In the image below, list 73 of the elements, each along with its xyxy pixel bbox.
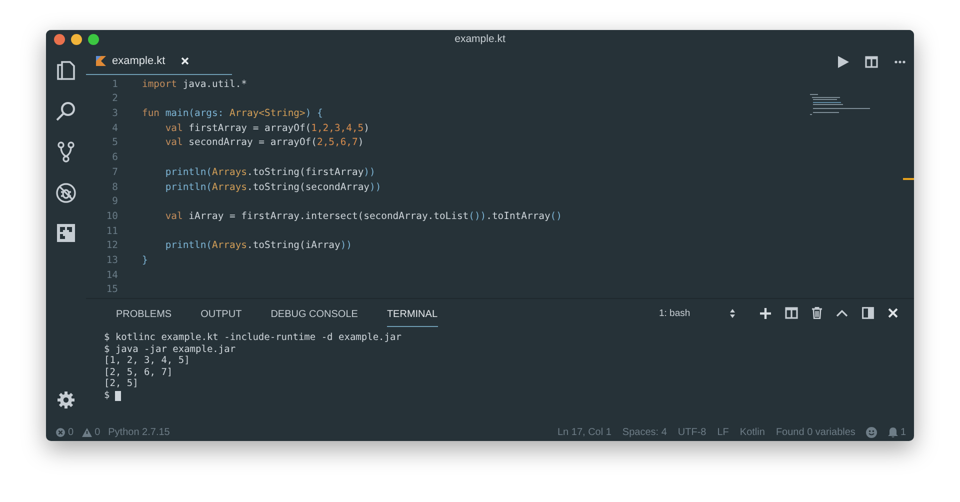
line-number: 9 xyxy=(111,195,118,210)
updown-caret-icon xyxy=(730,308,735,318)
branch-icon[interactable] xyxy=(57,141,75,163)
line-number: 5 xyxy=(111,136,118,150)
minimap-drawing[interactable] xyxy=(810,94,870,116)
status-item[interactable]: Found 0 variables xyxy=(776,426,856,438)
notification-count[interactable]: 1 xyxy=(900,426,906,438)
code-line: val firstArray = arrayOf(1,2,3,4,5) xyxy=(164,122,370,136)
close-light[interactable] xyxy=(54,34,65,44)
terminal-line: [2, 5, 6, 7] xyxy=(104,366,173,378)
line-number: 13 xyxy=(105,254,118,268)
code-line: println(Arrays.toString(iArray)) xyxy=(164,239,352,254)
terminal-line: [1, 2, 3, 4, 5] xyxy=(104,355,190,367)
line-number: 4 xyxy=(111,122,118,136)
overview-ruler-mark xyxy=(903,178,914,180)
minimize-light[interactable] xyxy=(71,34,82,44)
code-line: fun main(args: Array<String>) { xyxy=(142,107,323,122)
smiley-icon[interactable] xyxy=(866,426,878,438)
panel-tab[interactable]: TERMINAL xyxy=(386,299,438,327)
extensions-icon[interactable] xyxy=(56,223,76,243)
line-number: 6 xyxy=(111,151,118,166)
line-number: 8 xyxy=(111,180,118,194)
trash-icon[interactable] xyxy=(812,307,822,319)
terminal-line: $ kotlinc example.kt -include-runtime -d example.jar xyxy=(104,332,402,344)
line-number: 7 xyxy=(111,166,118,180)
status-item[interactable]: Spaces: 4 xyxy=(622,426,667,438)
panel-tab[interactable]: OUTPUT xyxy=(200,299,242,327)
line-number: 11 xyxy=(105,224,118,239)
more-icon[interactable] xyxy=(894,60,906,64)
chevron-up-icon[interactable] xyxy=(836,310,848,316)
files-icon[interactable] xyxy=(56,59,76,81)
bug-icon[interactable] xyxy=(55,182,77,204)
line-number: 3 xyxy=(111,107,118,122)
status-item[interactable]: LF xyxy=(717,426,729,438)
file-type-icon xyxy=(96,56,106,66)
play-icon[interactable] xyxy=(838,56,849,68)
warning-icon[interactable] xyxy=(82,428,92,436)
line-number: 1 xyxy=(111,78,118,92)
terminal-line: $ java -jar example.jar xyxy=(104,344,236,356)
panel-tab[interactable]: DEBUG CONSOLE xyxy=(270,299,358,327)
code-line: import java.util.* xyxy=(142,78,247,92)
split-icon[interactable] xyxy=(865,56,878,68)
panel-tab[interactable]: PROBLEMS xyxy=(116,299,172,327)
split-icon[interactable] xyxy=(785,307,798,319)
terminal-cursor xyxy=(114,390,121,401)
close-icon[interactable] xyxy=(181,57,190,66)
line-number: 12 xyxy=(105,239,118,254)
terminal-line: [2, 5] xyxy=(104,378,138,390)
code-line: } xyxy=(142,254,148,268)
settings-icon[interactable] xyxy=(57,391,75,409)
window-title: example.kt xyxy=(454,33,506,45)
plus-icon[interactable] xyxy=(760,308,771,318)
code-line: val secondArray = arrayOf(2,5,6,7) xyxy=(164,136,364,150)
search-icon[interactable] xyxy=(55,100,77,122)
warning-count[interactable]: 0 xyxy=(94,426,100,438)
terminal-prompt: $ xyxy=(104,390,110,402)
line-number: 14 xyxy=(105,268,118,283)
code-line: val iArray = firstArray.intersect(secondArray.toList()).toIntArray() xyxy=(164,210,562,224)
error-icon[interactable] xyxy=(56,428,65,436)
zoom-light[interactable] xyxy=(88,34,99,44)
status-item[interactable]: Ln 17, Col 1 xyxy=(557,426,612,438)
panel-icon[interactable] xyxy=(862,307,874,319)
status-item[interactable]: Python 2.7.15 xyxy=(108,426,170,438)
line-number: 10 xyxy=(105,210,118,224)
code-line: println(Arrays.toString(firstArray)) xyxy=(164,166,376,180)
error-count[interactable]: 0 xyxy=(68,426,74,438)
close-icon[interactable] xyxy=(888,308,898,318)
code-line: println(Arrays.toString(secondArray)) xyxy=(164,180,382,194)
bell-icon[interactable] xyxy=(888,426,898,438)
line-number: 2 xyxy=(111,92,118,106)
line-number: 15 xyxy=(105,283,118,298)
status-item[interactable]: Kotlin xyxy=(740,426,765,438)
status-item[interactable]: UTF-8 xyxy=(678,426,706,438)
